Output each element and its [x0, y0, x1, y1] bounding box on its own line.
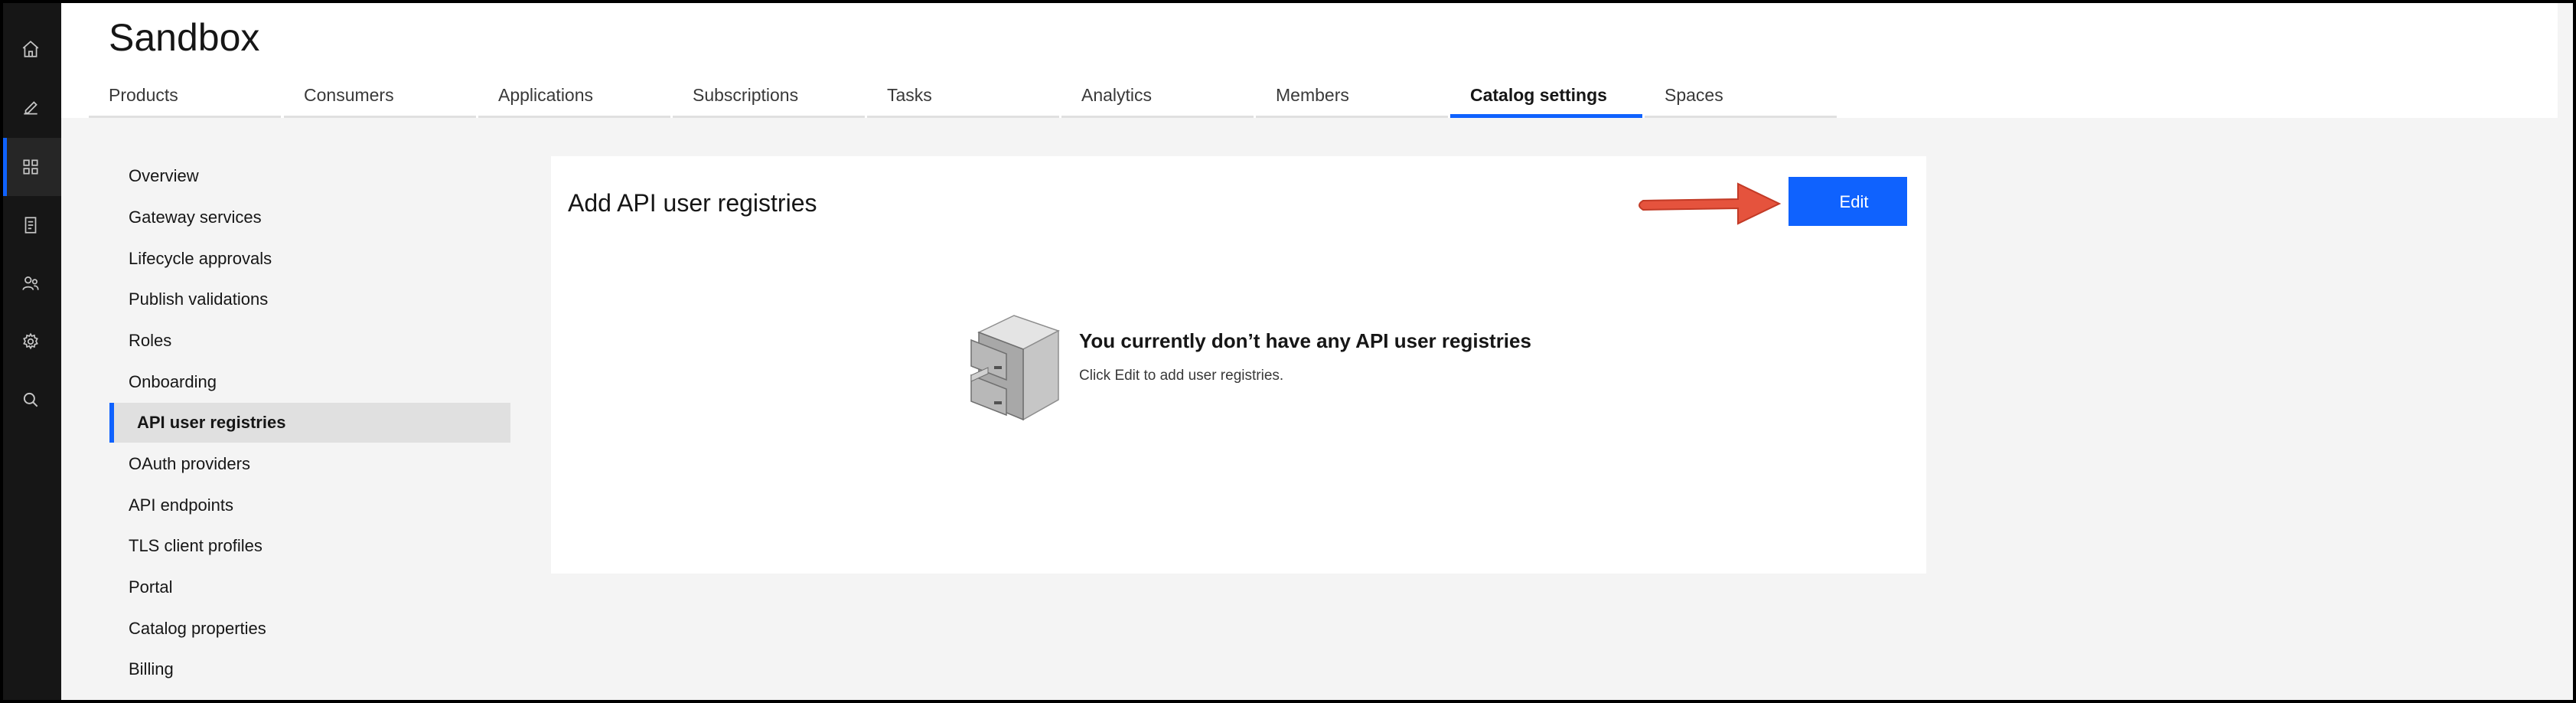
- tab-tasks[interactable]: Tasks: [867, 74, 1059, 118]
- nav-item-onboarding[interactable]: Onboarding: [109, 362, 510, 402]
- nav-item-roles[interactable]: Roles: [109, 321, 510, 361]
- empty-state-subtext: Click Edit to add user registries.: [1079, 368, 1284, 384]
- user-registries-card: Add API user registries Edit You current…: [551, 156, 1926, 574]
- card-title: Add API user registries: [568, 189, 817, 217]
- empty-state-heading: You currently don’t have any API user re…: [1079, 329, 1531, 352]
- nav-item-portal[interactable]: Portal: [109, 567, 510, 607]
- rail-manage[interactable]: [0, 138, 61, 196]
- nav-item-tls-client-profiles[interactable]: TLS client profiles: [109, 526, 510, 566]
- left-nav-rail: [0, 0, 61, 703]
- tab-applications[interactable]: Applications: [478, 74, 670, 118]
- nav-item-api-endpoints[interactable]: API endpoints: [109, 486, 510, 525]
- nav-item-oauth-providers[interactable]: OAuth providers: [109, 444, 510, 484]
- rail-settings[interactable]: [0, 312, 61, 371]
- dashboard-grid-icon: [23, 159, 38, 175]
- rail-documents[interactable]: [0, 196, 61, 254]
- tab-products[interactable]: Products: [89, 74, 281, 118]
- pointer-arrow-icon: [1639, 182, 1782, 225]
- nav-item-billing[interactable]: Billing: [109, 649, 510, 689]
- filing-cabinet-icon: [970, 315, 1060, 421]
- tab-consumers[interactable]: Consumers: [284, 74, 476, 118]
- nav-item-catalog-properties[interactable]: Catalog properties: [109, 609, 510, 649]
- rail-members[interactable]: [0, 254, 61, 312]
- tab-members[interactable]: Members: [1256, 74, 1448, 118]
- page-title: Sandbox: [109, 16, 260, 59]
- nav-item-gateway-services[interactable]: Gateway services: [109, 198, 510, 237]
- tab-catalog-settings[interactable]: Catalog settings: [1450, 74, 1642, 118]
- edit-button[interactable]: Edit: [1789, 177, 1907, 226]
- rail-develop[interactable]: [0, 78, 61, 136]
- tab-subscriptions[interactable]: Subscriptions: [673, 74, 865, 118]
- nav-item-publish-validations[interactable]: Publish validations: [109, 280, 510, 319]
- tab-analytics[interactable]: Analytics: [1061, 74, 1254, 118]
- rail-home[interactable]: [0, 20, 61, 78]
- page-header: Sandbox Products Consumers Applications …: [61, 0, 2558, 118]
- settings-icon: [23, 332, 38, 350]
- nav-item-overview[interactable]: Overview: [109, 156, 510, 196]
- edit-icon: [24, 101, 37, 115]
- nav-item-api-user-registries[interactable]: API user registries: [109, 403, 510, 443]
- rail-search[interactable]: [0, 371, 61, 429]
- search-icon: [23, 392, 38, 407]
- users-icon: [22, 276, 39, 290]
- tab-spaces[interactable]: Spaces: [1645, 74, 1837, 118]
- home-icon: [22, 41, 39, 57]
- nav-item-lifecycle-approvals[interactable]: Lifecycle approvals: [109, 239, 510, 279]
- document-icon: [24, 217, 37, 234]
